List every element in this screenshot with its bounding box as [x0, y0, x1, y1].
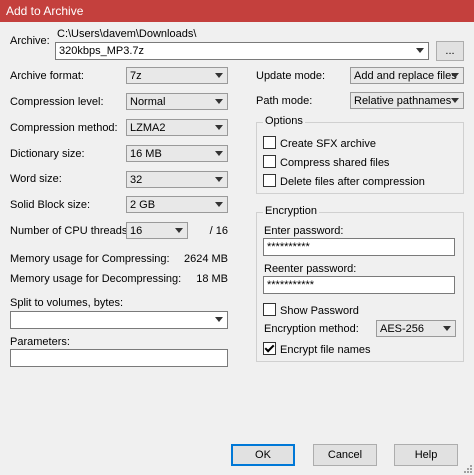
path-mode-select[interactable]: Relative pathnames [350, 92, 464, 109]
parameters-input[interactable] [10, 349, 228, 367]
encrypt-names-checkbox[interactable]: Encrypt file names [263, 342, 370, 356]
chevron-down-icon [215, 151, 223, 156]
parameters-label: Parameters: [10, 336, 70, 348]
compression-method-select[interactable]: LZMA2 [126, 119, 228, 136]
memory-decompress-label: Memory usage for Decompressing: [10, 273, 182, 285]
chevron-down-icon [416, 48, 424, 53]
chevron-down-icon [215, 177, 223, 182]
encryption-method-label: Encryption method: [264, 323, 359, 335]
dictionary-size-value: 16 MB [130, 148, 162, 160]
compression-level-select[interactable]: Normal [126, 93, 228, 110]
cpu-threads-value: 16 [130, 225, 143, 237]
split-volumes-label: Split to volumes, bytes: [10, 297, 124, 309]
compress-shared-label: Compress shared files [280, 157, 390, 169]
chevron-down-icon [215, 99, 223, 104]
chevron-down-icon [215, 125, 223, 130]
compression-level-value: Normal [130, 96, 166, 108]
delete-after-label: Delete files after compression [280, 176, 425, 188]
checkbox-box [263, 136, 276, 149]
word-size-select[interactable]: 32 [126, 171, 228, 188]
chevron-down-icon [451, 73, 459, 78]
archive-label: Archive: [10, 35, 50, 47]
word-size-label: Word size: [10, 173, 62, 185]
update-mode-value: Add and replace files [354, 70, 457, 82]
chevron-down-icon [443, 326, 451, 331]
resize-grip-icon[interactable] [462, 463, 472, 473]
memory-compress-value: 2624 MB [183, 253, 228, 265]
dictionary-size-select[interactable]: 16 MB [126, 145, 228, 162]
memory-decompress-value: 18 MB [196, 273, 228, 285]
split-volumes-combo[interactable] [10, 311, 228, 329]
path-mode-label: Path mode: [256, 95, 313, 107]
encrypt-names-label: Encrypt file names [280, 344, 371, 356]
compress-shared-checkbox[interactable]: Compress shared files [263, 155, 389, 169]
chevron-down-icon [215, 317, 223, 322]
solid-block-size-label: Solid Block size: [10, 199, 91, 211]
compression-level-label: Compression level: [10, 96, 104, 108]
create-sfx-checkbox[interactable]: Create SFX archive [263, 136, 376, 150]
solid-block-size-value: 2 GB [130, 199, 156, 211]
archive-format-label: Archive format: [10, 70, 84, 82]
encryption-method-select[interactable]: AES-256 [376, 320, 456, 337]
help-button[interactable]: Help [394, 444, 458, 466]
cpu-threads-label: Number of CPU threads: [10, 225, 131, 237]
archive-name-value: 320kbps_MP3.7z [59, 45, 144, 57]
compression-method-label: Compression method: [10, 122, 118, 134]
show-password-checkbox[interactable]: Show Password [263, 303, 359, 317]
cpu-threads-select[interactable]: 16 [126, 222, 188, 239]
word-size-value: 32 [130, 174, 143, 186]
encryption-caption: Encryption [263, 205, 319, 217]
enter-password-label: Enter password: [264, 225, 344, 237]
browse-button[interactable]: ... [436, 41, 464, 61]
cpu-threads-max: / 16 [209, 225, 228, 237]
compression-method-value: LZMA2 [130, 122, 166, 134]
ok-button[interactable]: OK [231, 444, 295, 466]
chevron-down-icon [215, 73, 223, 78]
create-sfx-label: Create SFX archive [280, 138, 376, 150]
memory-compress-label: Memory usage for Compressing: [10, 253, 170, 265]
cancel-button[interactable]: Cancel [313, 444, 377, 466]
checkbox-box [263, 174, 276, 187]
enter-password-input[interactable]: ********** [263, 238, 455, 256]
solid-block-size-select[interactable]: 2 GB [126, 196, 228, 213]
archive-name-combo[interactable]: 320kbps_MP3.7z [55, 42, 429, 60]
show-password-label: Show Password [280, 305, 359, 317]
chevron-down-icon [175, 228, 183, 233]
checkbox-box [263, 155, 276, 168]
path-mode-value: Relative pathnames [354, 95, 452, 107]
chevron-down-icon [215, 202, 223, 207]
options-caption: Options [263, 115, 305, 127]
update-mode-select[interactable]: Add and replace files [350, 67, 464, 84]
encryption-method-value: AES-256 [380, 323, 425, 335]
update-mode-label: Update mode: [256, 70, 326, 82]
delete-after-checkbox[interactable]: Delete files after compression [263, 174, 425, 188]
archive-format-select[interactable]: 7z [126, 67, 228, 84]
reenter-password-label: Reenter password: [264, 263, 357, 275]
reenter-password-input[interactable]: *********** [263, 276, 455, 294]
archive-format-value: 7z [130, 70, 142, 82]
checkbox-box [263, 303, 276, 316]
title-bar: Add to Archive [0, 0, 474, 22]
dictionary-size-label: Dictionary size: [10, 148, 85, 160]
archive-path: C:\Users\davem\Downloads\ [57, 28, 197, 40]
window-title: Add to Archive [6, 4, 84, 18]
chevron-down-icon [451, 98, 459, 103]
checkmark-icon [263, 342, 276, 355]
